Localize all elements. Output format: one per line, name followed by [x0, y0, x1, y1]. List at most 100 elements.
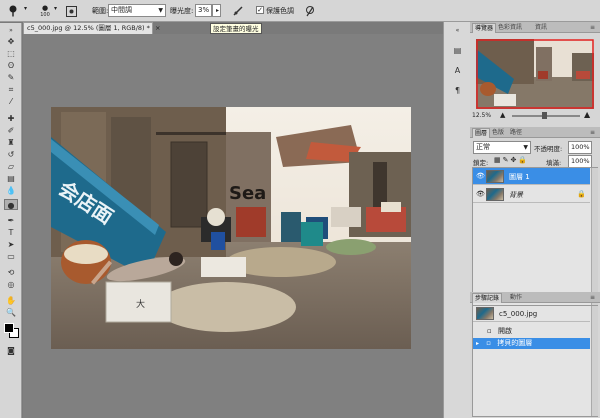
zoom-tool-icon[interactable]: 🔍	[4, 307, 18, 318]
opacity-input[interactable]: 100%	[568, 141, 592, 154]
zoom-out-icon[interactable]: ▲	[500, 111, 505, 119]
tab-paths[interactable]: 路徑	[508, 128, 524, 138]
history-item-open[interactable]: ▫ 開啟	[473, 326, 590, 337]
history-list: c5_000.jpg ▫ 開啟 ▸ ▫ 拷貝的圖層	[472, 305, 598, 417]
pen-tool-icon[interactable]: ✒	[4, 215, 18, 226]
zoom-slider-thumb[interactable]	[542, 112, 547, 119]
navigator-preview[interactable]	[476, 39, 594, 109]
brush-dropdown-arrow[interactable]: ▾	[54, 5, 57, 12]
panel-menu-icon[interactable]: ≡	[588, 293, 597, 303]
panel-menu-icon[interactable]: ≡	[588, 128, 597, 138]
history-state-marker-icon: ▸	[476, 340, 480, 347]
shape-tool-icon[interactable]: ▭	[4, 251, 18, 262]
lock-icon: 🔒	[577, 190, 586, 198]
layer-thumbnail	[486, 188, 504, 201]
dodge-tool-preset-icon[interactable]	[6, 3, 22, 19]
healing-brush-tool-icon[interactable]: ✚	[4, 113, 18, 124]
tab-layers[interactable]: 圖層	[472, 128, 491, 138]
history-item-label: 開啟	[497, 327, 512, 335]
path-select-tool-icon[interactable]: ➤	[4, 239, 18, 250]
history-doc-icon: ▫	[486, 339, 491, 347]
history-brush-tool-icon[interactable]: ↺	[4, 149, 18, 160]
history-item-duplicate-layer[interactable]: ▸ ▫ 拷貝的圖層	[473, 338, 590, 349]
tab-channels[interactable]: 色版	[490, 128, 506, 138]
eyedropper-tool-icon[interactable]: ⁄	[4, 96, 18, 107]
blend-mode-value: 正常	[476, 143, 490, 151]
brush-tool-icon[interactable]: ✐	[4, 125, 18, 136]
history-doc-icon: ▫	[487, 327, 492, 335]
chevron-down-icon: ▼	[523, 144, 528, 151]
layer-row-layer-1[interactable]: 👁 圖層 1	[473, 168, 590, 185]
3d-rotate-tool-icon[interactable]: ⟲	[4, 267, 18, 278]
tab-navigator[interactable]: 導覽器	[472, 23, 497, 33]
eye-icon[interactable]: 👁	[476, 190, 485, 198]
tablet-pressure-icon[interactable]	[302, 3, 318, 19]
range-label: 範圍:	[92, 7, 109, 15]
exposure-slider-button[interactable]: ▸	[212, 4, 221, 17]
panel-icon-strip: « ▤ A ¶	[443, 22, 470, 418]
type-tool-icon[interactable]: T	[4, 227, 18, 238]
opacity-label: 不透明度:	[534, 145, 563, 153]
blur-tool-icon[interactable]: 💧	[4, 185, 18, 196]
options-bar: ▾ ● 100 ▾ 範圍: 中間調 ▼ 曝光度: 3% ▸ ✓ 保護色調	[0, 0, 600, 22]
crop-tool-icon[interactable]: ⌗	[4, 84, 18, 95]
tab-info[interactable]: 資訊	[533, 23, 549, 33]
range-value: 中間調	[111, 6, 132, 14]
close-icon[interactable]: ×	[155, 24, 160, 32]
toolbox-collapse-icon[interactable]: »	[4, 25, 18, 36]
tab-actions[interactable]: 動作	[508, 293, 524, 303]
protect-tones-label: 保護色調	[266, 7, 294, 15]
brush-size-value: 100	[40, 11, 50, 18]
tab-histogram[interactable]: 色彩資訊	[496, 23, 524, 33]
snapshot-name: c5_000.jpg	[499, 310, 538, 318]
panel-menu-icon[interactable]: ≡	[588, 23, 597, 33]
panel-collapse-icon[interactable]: «	[449, 24, 466, 38]
3d-orbit-tool-icon[interactable]: ◎	[4, 279, 18, 290]
preset-dropdown-arrow[interactable]: ▾	[24, 5, 27, 12]
history-panel-icon[interactable]: ▤	[449, 44, 466, 58]
layer-name: 圖層 1	[509, 173, 530, 181]
exposure-tooltip: 設定筆畫的曝光	[210, 23, 262, 34]
photo-crate-text: 大	[136, 298, 145, 310]
lasso-tool-icon[interactable]: ʘ	[4, 60, 18, 71]
navigator-tab-row: 導覽器 色彩資訊 資訊 ≡	[470, 22, 600, 33]
quick-mask-icon[interactable]: ◙	[4, 345, 18, 356]
marquee-tool-icon[interactable]: ⬚	[4, 48, 18, 59]
lock-icons[interactable]: ▦✎✥🔒	[494, 156, 529, 164]
blend-mode-select[interactable]: 正常 ▼	[473, 141, 531, 154]
hand-tool-icon[interactable]: ✋	[4, 295, 18, 306]
navigator-zoom-value: 12.5%	[472, 112, 492, 119]
range-select[interactable]: 中間調 ▼	[108, 4, 166, 17]
navigator-thumbnail	[476, 39, 594, 109]
layers-scrollbar[interactable]	[591, 168, 598, 306]
history-scrollbar[interactable]	[591, 306, 598, 416]
paragraph-panel-icon[interactable]: ¶	[449, 84, 466, 98]
tab-history[interactable]: 步驟記錄	[472, 293, 503, 303]
protect-tones-checkbox[interactable]: ✓	[256, 6, 264, 14]
document-tab[interactable]: c5_000.jpg @ 12.5% (圖層 1, RGB/8) * ×	[23, 22, 160, 34]
document-tab-title: c5_000.jpg @ 12.5% (圖層 1, RGB/8) *	[27, 24, 150, 32]
character-panel-icon[interactable]: A	[449, 64, 466, 78]
toolbox: » ✥ ⬚ ʘ ✎ ⌗ ⁄ ✚ ✐ ♜ ↺ ▱ ▤ 💧 ● ✒ T ➤ ▭ ⟲ …	[0, 23, 22, 418]
eraser-tool-icon[interactable]: ▱	[4, 161, 18, 172]
clone-stamp-tool-icon[interactable]: ♜	[4, 137, 18, 148]
layer-thumbnail	[486, 170, 504, 183]
history-snapshot-row[interactable]: c5_000.jpg	[473, 306, 590, 322]
move-tool-icon[interactable]: ✥	[4, 36, 18, 47]
brush-panel-icon[interactable]	[64, 3, 78, 19]
layer-row-background[interactable]: 👁 背景 🔒	[473, 186, 590, 203]
airbrush-icon[interactable]	[230, 3, 246, 19]
photo-scene: Sea 会店面 大	[51, 107, 411, 349]
foreground-color-swatch[interactable]	[4, 323, 14, 333]
dodge-tool-icon[interactable]: ●	[4, 199, 18, 210]
gradient-tool-icon[interactable]: ▤	[4, 173, 18, 184]
document-photo[interactable]: Sea 会店面 大	[51, 107, 411, 349]
quick-select-tool-icon[interactable]: ✎	[4, 72, 18, 83]
brush-preset-picker[interactable]: ● 100	[36, 3, 54, 19]
eye-icon[interactable]: 👁	[476, 172, 485, 180]
navigator-zoom-row: 12.5% ▲ ▲	[472, 110, 598, 121]
zoom-in-icon[interactable]: ▲	[584, 110, 590, 119]
snapshot-thumbnail	[476, 307, 494, 320]
exposure-input[interactable]: 3%	[195, 4, 212, 17]
history-tab-row: 步驟記錄 動作 ≡	[470, 292, 600, 303]
